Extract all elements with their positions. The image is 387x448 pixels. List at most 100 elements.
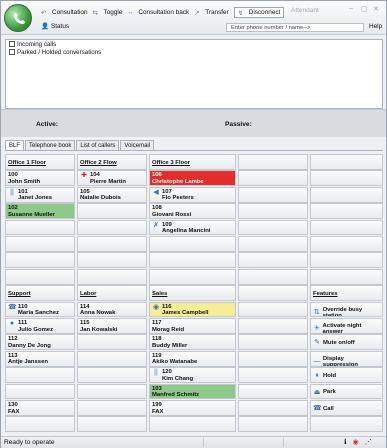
empty-key[interactable] — [5, 219, 75, 236]
extension-key[interactable]: 100 John Smith — [5, 170, 75, 187]
extension-key[interactable]: 130 FAX — [5, 400, 75, 416]
parked-calls-item[interactable]: Parked / Holded conversations — [6, 48, 382, 56]
empty-key[interactable] — [310, 186, 383, 203]
close-icon[interactable]: ✕ — [373, 5, 379, 13]
empty-key[interactable] — [77, 334, 147, 351]
network-icon[interactable]: ◉ — [353, 438, 359, 446]
empty-key[interactable] — [238, 301, 308, 318]
extension-name: Anna Nowak — [80, 310, 116, 317]
empty-key[interactable] — [238, 416, 308, 433]
extension-key[interactable]: || 120 Kim Chang — [149, 367, 236, 384]
empty-key[interactable] — [238, 383, 308, 400]
empty-key[interactable] — [238, 350, 308, 367]
tab-telephone-book[interactable]: Telephone book — [25, 140, 76, 150]
empty-key[interactable] — [238, 154, 308, 170]
empty-key[interactable] — [238, 219, 308, 236]
empty-key[interactable] — [77, 367, 147, 384]
empty-key[interactable] — [238, 400, 308, 416]
toggle-button[interactable]: ⇆ Toggle — [93, 9, 123, 17]
empty-key[interactable] — [5, 383, 75, 400]
empty-key[interactable] — [238, 203, 308, 220]
feature-button[interactable]: ☎ Call — [310, 400, 383, 416]
empty-key[interactable] — [77, 416, 147, 433]
empty-key[interactable] — [238, 268, 308, 285]
empty-key[interactable] — [5, 252, 75, 269]
status-button[interactable]: 👤 Status — [41, 22, 69, 31]
tab-list-of-callers[interactable]: List of callers — [76, 140, 120, 150]
empty-key[interactable] — [5, 416, 75, 433]
empty-key[interactable] — [77, 400, 147, 416]
empty-key[interactable] — [77, 383, 147, 400]
empty-key[interactable] — [149, 252, 236, 269]
feature-button[interactable]: ⏸ Hold — [310, 367, 383, 384]
empty-key[interactable] — [310, 268, 383, 285]
extension-key[interactable]: 106 Christophe Lambe — [149, 170, 236, 187]
empty-key[interactable] — [310, 219, 383, 236]
empty-key[interactable] — [238, 170, 308, 187]
feature-icon: — — [313, 358, 321, 365]
extension-key[interactable]: ◀ 107 Flo Peeters — [149, 186, 236, 203]
extension-key[interactable]: 105 Natalie Dubois — [77, 186, 147, 203]
phone-number-input[interactable]: Enter phone number / name--> — [226, 23, 364, 32]
tab-voicemail[interactable]: Voicemail — [120, 140, 155, 150]
empty-key[interactable] — [149, 416, 236, 433]
extension-key[interactable]: 108 Giovani Rossi — [149, 203, 236, 220]
empty-key[interactable] — [5, 236, 75, 252]
empty-key[interactable] — [77, 219, 147, 236]
extension-key[interactable]: || 101 Janet Jones — [5, 186, 75, 203]
tab-blf[interactable]: BLF — [5, 140, 25, 150]
extension-key[interactable]: 112 Danny De Jong — [5, 334, 75, 351]
feature-button[interactable]: ⇅ Override busy station — [310, 301, 383, 318]
minimize-icon[interactable]: – — [349, 5, 353, 12]
extension-key[interactable]: 114 Anna Nowak — [77, 301, 147, 318]
help-button[interactable]: Help — [369, 23, 382, 30]
info-icon[interactable]: ℹ — [344, 438, 347, 446]
extension-key[interactable]: 103 Manfred Schmitz — [149, 383, 236, 400]
empty-key[interactable] — [310, 203, 383, 220]
feature-button[interactable]: ⏏ Park — [310, 383, 383, 400]
empty-key[interactable] — [310, 252, 383, 269]
empty-key[interactable] — [149, 236, 236, 252]
consultation-back-button[interactable]: ↔ Consultation back — [127, 9, 189, 16]
empty-key[interactable] — [238, 285, 308, 302]
empty-key[interactable] — [238, 236, 308, 252]
empty-key[interactable] — [310, 154, 383, 170]
extension-key[interactable]: ◉ 116 James Campbell — [149, 301, 236, 318]
transfer-button[interactable]: ↗ Transfer — [194, 9, 229, 17]
empty-key[interactable] — [77, 350, 147, 367]
extension-name: Kim Chang — [162, 375, 194, 382]
extension-key[interactable]: ✚ 104 Pierre Martin — [77, 170, 147, 187]
feature-button[interactable]: ✎ Mute on/off — [310, 334, 383, 351]
incoming-calls-item[interactable]: Incoming calls — [6, 40, 382, 48]
empty-key[interactable] — [77, 252, 147, 269]
extension-key[interactable]: ● 111 Julio Gomez — [5, 318, 75, 334]
empty-key[interactable] — [238, 252, 308, 269]
maximize-icon[interactable]: ▢ — [361, 5, 368, 13]
empty-key[interactable] — [77, 236, 147, 252]
empty-key[interactable] — [5, 367, 75, 384]
extension-key[interactable]: ☎ 110 Maria Sanchez — [5, 301, 75, 318]
empty-key[interactable] — [238, 186, 308, 203]
extension-key[interactable]: 117 Morag Reid — [149, 318, 236, 334]
extension-key[interactable]: ✗ 109 Angelina Mancini — [149, 219, 236, 236]
disconnect-button[interactable]: ↯ Disconnect — [233, 6, 285, 18]
empty-key[interactable] — [238, 367, 308, 384]
extension-key[interactable]: 199 FAX — [149, 400, 236, 416]
empty-key[interactable] — [238, 318, 308, 334]
empty-key[interactable] — [5, 268, 75, 285]
extension-key[interactable]: 119 Akiko Watanabe — [149, 350, 236, 367]
empty-key[interactable] — [310, 236, 383, 252]
feature-button[interactable]: ☀ Activate night answer — [310, 318, 383, 334]
extension-key[interactable]: 115 Jan Kowalski — [77, 318, 147, 334]
empty-key[interactable] — [77, 268, 147, 285]
empty-key[interactable] — [77, 203, 147, 220]
extension-key[interactable]: 113 Antje Janssen — [5, 350, 75, 367]
extension-key[interactable]: 118 Buddy Miller — [149, 334, 236, 351]
empty-key[interactable] — [310, 170, 383, 187]
extension-key[interactable]: 102 Susanne Mueller — [5, 203, 75, 220]
feature-button[interactable]: — Display suppression — [310, 350, 383, 367]
empty-key[interactable] — [310, 416, 383, 433]
empty-key[interactable] — [149, 268, 236, 285]
consultation-button[interactable]: ↶ Consultation — [41, 9, 88, 17]
empty-key[interactable] — [238, 334, 308, 351]
